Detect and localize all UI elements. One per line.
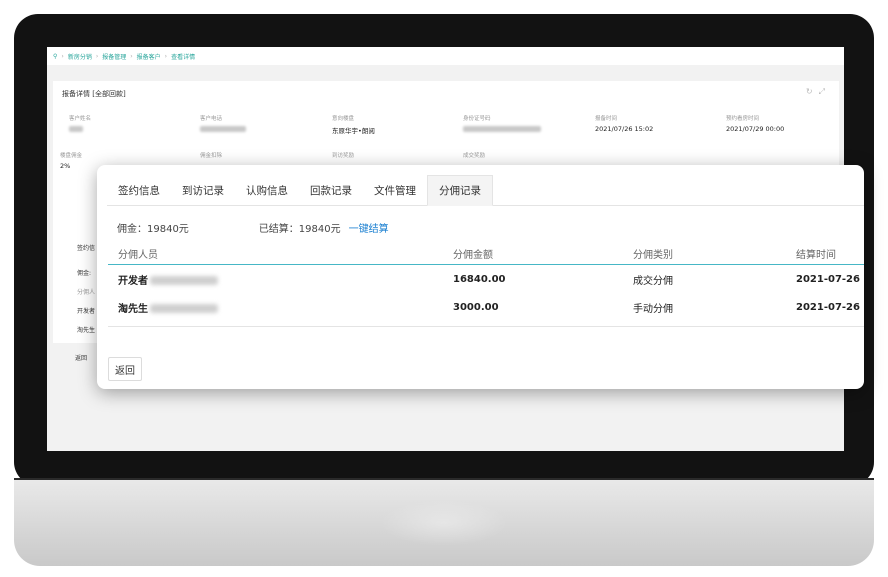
commission-category: 手动分佣 — [633, 303, 673, 315]
field-label: 成交奖励 — [463, 153, 486, 159]
field-value: 东原华宇•朗阅 — [332, 127, 375, 135]
panel-title: 报备详情 [全部回款] — [62, 90, 126, 98]
commission-amount: 16840.00 — [453, 273, 506, 285]
field-label: 到访奖励 — [332, 153, 355, 159]
column-header: 结算时间 — [796, 249, 836, 261]
refresh-icon[interactable]: ↻ — [806, 87, 819, 96]
bg-return-button[interactable]: 返回 — [75, 353, 87, 362]
column-header: 分佣类别 — [633, 249, 673, 261]
field-label: 预约看房时间 — [726, 116, 760, 122]
commission-record-panel: 签约信息 到访记录 认购信息 回款记录 文件管理 分佣记录 佣金：19840元 … — [97, 165, 864, 389]
table-row: 淘先生 3000.00 手动分佣 2021-07-26 1 — [108, 293, 864, 321]
column-header: 分佣金额 — [453, 249, 493, 261]
stage: ⚲ › 新房分销 › 报备管理 › 报备客户 › 查看详情 报备详情 [全部回款… — [0, 0, 888, 577]
field-value: 2021/07/29 00:00 — [726, 125, 785, 133]
redacted-value — [69, 126, 83, 132]
tab-sign-info[interactable]: 签约信息 — [107, 175, 171, 206]
return-button[interactable]: 返回 — [108, 357, 142, 381]
breadcrumb-item[interactable]: 查看详情 — [171, 52, 195, 61]
bg-text-fragment: 淘先生 — [77, 327, 96, 334]
tab-file-management[interactable]: 文件管理 — [363, 175, 427, 206]
commission-category: 成交分佣 — [633, 275, 673, 287]
tab-bar: 签约信息 到访记录 认购信息 回款记录 文件管理 分佣记录 — [107, 175, 864, 206]
field-label: 报备时间 — [595, 116, 618, 122]
field-label: 客户姓名 — [69, 116, 92, 122]
person-name: 开发者 — [118, 275, 148, 287]
field-label: 身份证号码 — [463, 116, 491, 122]
bg-text-fragment: 分佣人 — [77, 289, 96, 296]
redacted-value — [150, 304, 218, 313]
field-label: 意向楼盘 — [332, 116, 355, 122]
tab-subscription-info[interactable]: 认购信息 — [235, 175, 299, 206]
table-header: 分佣人员 分佣金额 分佣类别 结算时间 — [108, 242, 864, 265]
person-name: 淘先生 — [118, 303, 148, 315]
tab-commission-record[interactable]: 分佣记录 — [427, 175, 493, 206]
redacted-value — [200, 126, 246, 132]
redacted-value — [150, 276, 218, 285]
column-header: 分佣人员 — [118, 249, 158, 261]
redacted-value — [463, 126, 541, 132]
settle-all-link[interactable]: 一键结算 — [349, 220, 389, 235]
bg-text-fragment: 佣金: — [77, 270, 92, 277]
settle-time: 2021-07-26 1 — [796, 273, 864, 285]
breadcrumb: ⚲ › 新房分销 › 报备管理 › 报备客户 › 查看详情 — [47, 47, 844, 65]
breadcrumb-item[interactable]: 新房分销 — [68, 52, 92, 61]
location-icon: ⚲ — [53, 52, 58, 60]
commission-table: 分佣人员 分佣金额 分佣类别 结算时间 开发者 16840.00 成交分佣 20… — [108, 242, 864, 321]
divider — [108, 326, 864, 327]
table-row: 开发者 16840.00 成交分佣 2021-07-26 1 — [108, 265, 864, 293]
fullscreen-icon[interactable]: ⤢ — [819, 87, 831, 96]
tab-visit-record[interactable]: 到访记录 — [171, 175, 235, 206]
field-label: 客户电话 — [200, 116, 223, 122]
breadcrumb-item[interactable]: 报备客户 — [137, 52, 161, 61]
info-row: 客户姓名 客户电话 意向楼盘 东原华宇•朗阅 身份证号码 报备时间 2021/0… — [69, 114, 829, 144]
monitor-logo-shine — [380, 500, 508, 546]
field-value: 2021/07/26 15:02 — [595, 125, 654, 133]
commission-summary: 佣金：19840元 已结算：19840元 一键结算 — [117, 220, 389, 235]
bg-tab-fragment: 签约信 — [77, 245, 96, 252]
settle-time: 2021-07-26 1 — [796, 301, 864, 313]
bg-text-fragment: 开发者 — [77, 308, 96, 315]
tab-payment-record[interactable]: 回款记录 — [299, 175, 363, 206]
field-label: 佣金扣除 — [200, 153, 223, 159]
field-label: 楼盘佣金 — [60, 153, 83, 159]
commission-amount: 3000.00 — [453, 301, 499, 313]
breadcrumb-item[interactable]: 报备管理 — [102, 52, 126, 61]
commission-total: 佣金：19840元 — [117, 224, 189, 235]
settled-total: 已结算：19840元 — [258, 224, 341, 235]
